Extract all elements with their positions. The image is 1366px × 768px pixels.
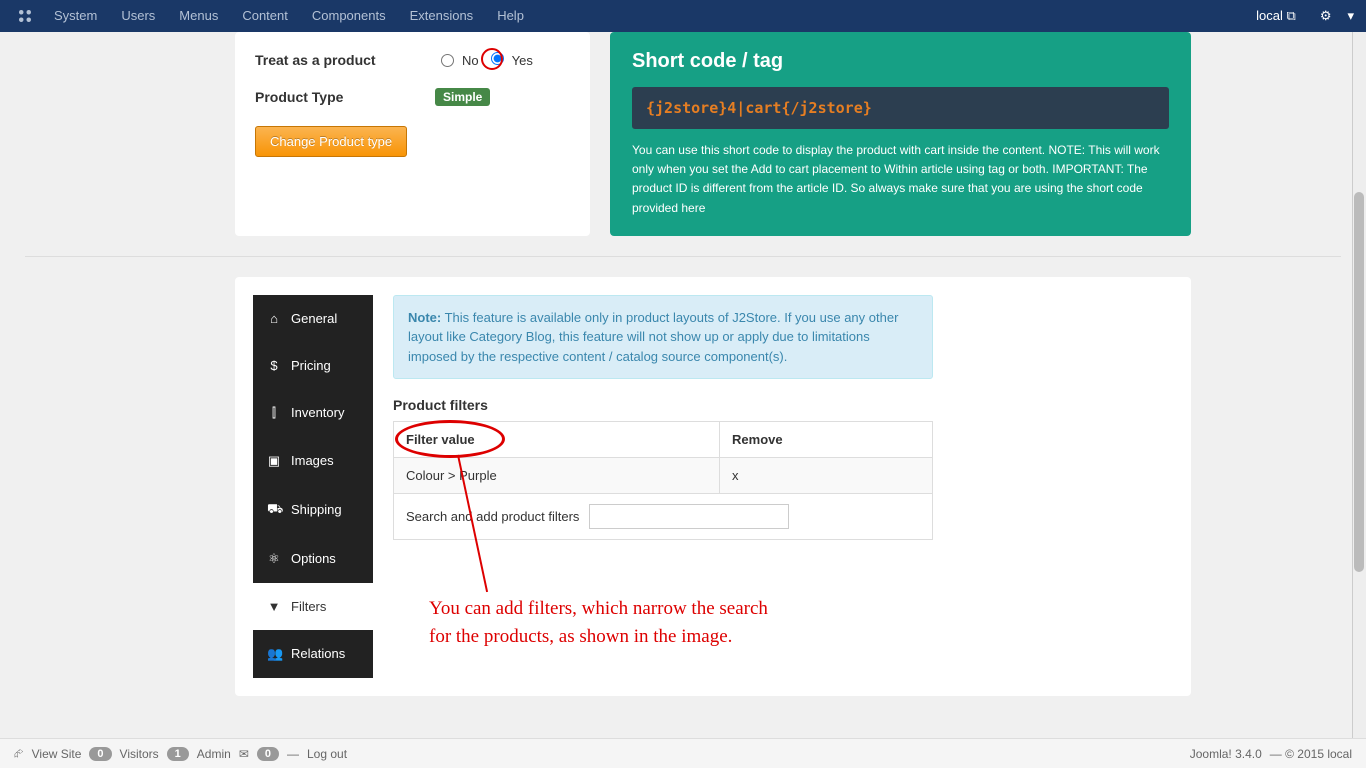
external-link-icon: ⮳ (14, 746, 24, 761)
treat-yes-radio[interactable] (491, 52, 504, 65)
nav-menus[interactable]: Menus (167, 0, 230, 32)
view-site-link[interactable]: View Site (32, 747, 82, 761)
filter-search-input[interactable] (589, 504, 789, 529)
shortcode-code: {j2store}4|cart{/j2store} (632, 87, 1169, 129)
divider (25, 256, 1341, 257)
tab-relations[interactable]: 👥 Relations (253, 630, 373, 678)
nav-site-link[interactable]: local ⧉ (1244, 0, 1308, 32)
filter-remove-cell[interactable]: x (720, 458, 933, 494)
dash-icon: — (287, 747, 299, 761)
annotation-line1: You can add filters, which narrow the se… (429, 598, 768, 619)
tab-label: Relations (291, 646, 345, 661)
shortcode-title: Short code / tag (632, 50, 1169, 73)
navbar-right: local ⧉ ⚙ ▾ (1244, 0, 1358, 32)
content-area: Treat as a product No Yes Product Type S… (0, 32, 1366, 738)
filters-title: Product filters (393, 397, 1173, 413)
tab-label: General (291, 311, 337, 326)
tab-images[interactable]: ▣ Images (253, 437, 373, 485)
side-tabs: ⌂ General $ Pricing ⫿ Inventory ▣ Images ⛟ Sh… (253, 295, 373, 678)
tab-label: Inventory (291, 405, 344, 420)
nav-help[interactable]: Help (485, 0, 536, 32)
type-label: Product Type (255, 89, 435, 105)
admin-count: 1 (167, 747, 189, 761)
product-settings-panel: Treat as a product No Yes Product Type S… (235, 32, 590, 236)
dropdown-caret-icon[interactable]: ▾ (1343, 0, 1358, 32)
table-row: Colour > Purple x (394, 458, 933, 494)
messages-count: 0 (257, 747, 279, 761)
truck-icon: ⛟ (267, 501, 281, 519)
search-label: Search and add product filters (406, 509, 579, 524)
treat-no-radio[interactable] (441, 54, 454, 67)
bars-icon: ⫿ (267, 405, 281, 421)
treat-as-product-row: Treat as a product No Yes (255, 52, 570, 68)
gear-icon[interactable]: ⚙ (1308, 0, 1344, 32)
shortcode-panel: Short code / tag {j2store}4|cart{/j2stor… (610, 32, 1191, 236)
site-label: local (1256, 8, 1283, 23)
col-filter-value: Filter value (394, 422, 720, 458)
note-prefix: Note: (408, 310, 441, 325)
tab-pricing[interactable]: $ Pricing (253, 342, 373, 389)
tab-general[interactable]: ⌂ General (253, 295, 373, 342)
top-panels-row: Treat as a product No Yes Product Type S… (25, 32, 1341, 236)
tab-filters[interactable]: ▼ Filters (253, 583, 373, 630)
note-text: This feature is available only in produc… (408, 310, 898, 364)
note-box: Note: This feature is available only in … (393, 295, 933, 380)
filter-icon: ▼ (267, 599, 281, 614)
status-left: ⮳ View Site 0 Visitors 1 Admin ✉ 0 — Log… (14, 746, 347, 761)
table-header-row: Filter value Remove (394, 422, 933, 458)
annotation-text: You can add filters, which narrow the se… (429, 595, 768, 652)
visitors-label: Visitors (120, 747, 159, 761)
nav-components[interactable]: Components (300, 0, 398, 32)
external-link-icon: ⧉ (1287, 8, 1296, 23)
treat-label: Treat as a product (255, 52, 435, 68)
nodes-icon: ⚛ (267, 551, 281, 567)
nav-content[interactable]: Content (230, 0, 300, 32)
joomla-version: Joomla! 3.4.0 (1190, 747, 1262, 761)
joomla-logo-icon[interactable] (16, 7, 34, 25)
yes-label: Yes (512, 53, 533, 68)
users-icon: 👥 (267, 646, 281, 662)
scrollbar[interactable] (1352, 32, 1366, 738)
image-icon: ▣ (267, 453, 281, 469)
nav-users[interactable]: Users (109, 0, 167, 32)
visitors-count: 0 (89, 747, 111, 761)
tab-label: Shipping (291, 502, 342, 517)
search-cell: Search and add product filters (394, 494, 933, 540)
tab-shipping[interactable]: ⛟ Shipping (253, 485, 373, 535)
top-navbar: System Users Menus Content Components Ex… (0, 0, 1366, 32)
col-remove: Remove (720, 422, 933, 458)
treat-radio-group: No Yes (435, 52, 533, 68)
copyright: — © 2015 local (1270, 747, 1352, 761)
tab-label: Pricing (291, 358, 331, 373)
tab-label: Images (291, 453, 334, 468)
product-tabs-panel: ⌂ General $ Pricing ⫿ Inventory ▣ Images ⛟ Sh… (235, 277, 1191, 696)
product-type-badge: Simple (435, 88, 490, 106)
scroll-thumb[interactable] (1354, 192, 1364, 572)
tab-label: Filters (291, 599, 326, 614)
statusbar: ⮳ View Site 0 Visitors 1 Admin ✉ 0 — Log… (0, 738, 1366, 768)
status-right: Joomla! 3.4.0 — © 2015 local (1190, 747, 1352, 761)
filter-value-cell: Colour > Purple (394, 458, 720, 494)
nav-extensions[interactable]: Extensions (398, 0, 486, 32)
admin-label: Admin (197, 747, 231, 761)
shortcode-description: You can use this short code to display t… (632, 141, 1169, 218)
annotation-line2: for the products, as shown in the image. (429, 626, 732, 647)
product-type-row: Product Type Simple (255, 88, 570, 106)
filters-table: Filter value Remove Colour > Purple x Se… (393, 421, 933, 540)
tab-options[interactable]: ⚛ Options (253, 535, 373, 583)
no-label: No (462, 53, 479, 68)
search-row: Search and add product filters (394, 494, 933, 540)
nav-system[interactable]: System (42, 0, 109, 32)
dollar-icon: $ (267, 358, 281, 373)
tab-label: Options (291, 551, 336, 566)
tab-inventory[interactable]: ⫿ Inventory (253, 389, 373, 437)
home-icon: ⌂ (267, 311, 281, 326)
logout-link[interactable]: Log out (307, 747, 347, 761)
mail-icon[interactable]: ✉ (239, 747, 249, 761)
filters-tab-content: Note: This feature is available only in … (393, 295, 1173, 678)
navbar-left: System Users Menus Content Components Ex… (8, 0, 536, 32)
change-product-type-button[interactable]: Change Product type (255, 126, 407, 157)
